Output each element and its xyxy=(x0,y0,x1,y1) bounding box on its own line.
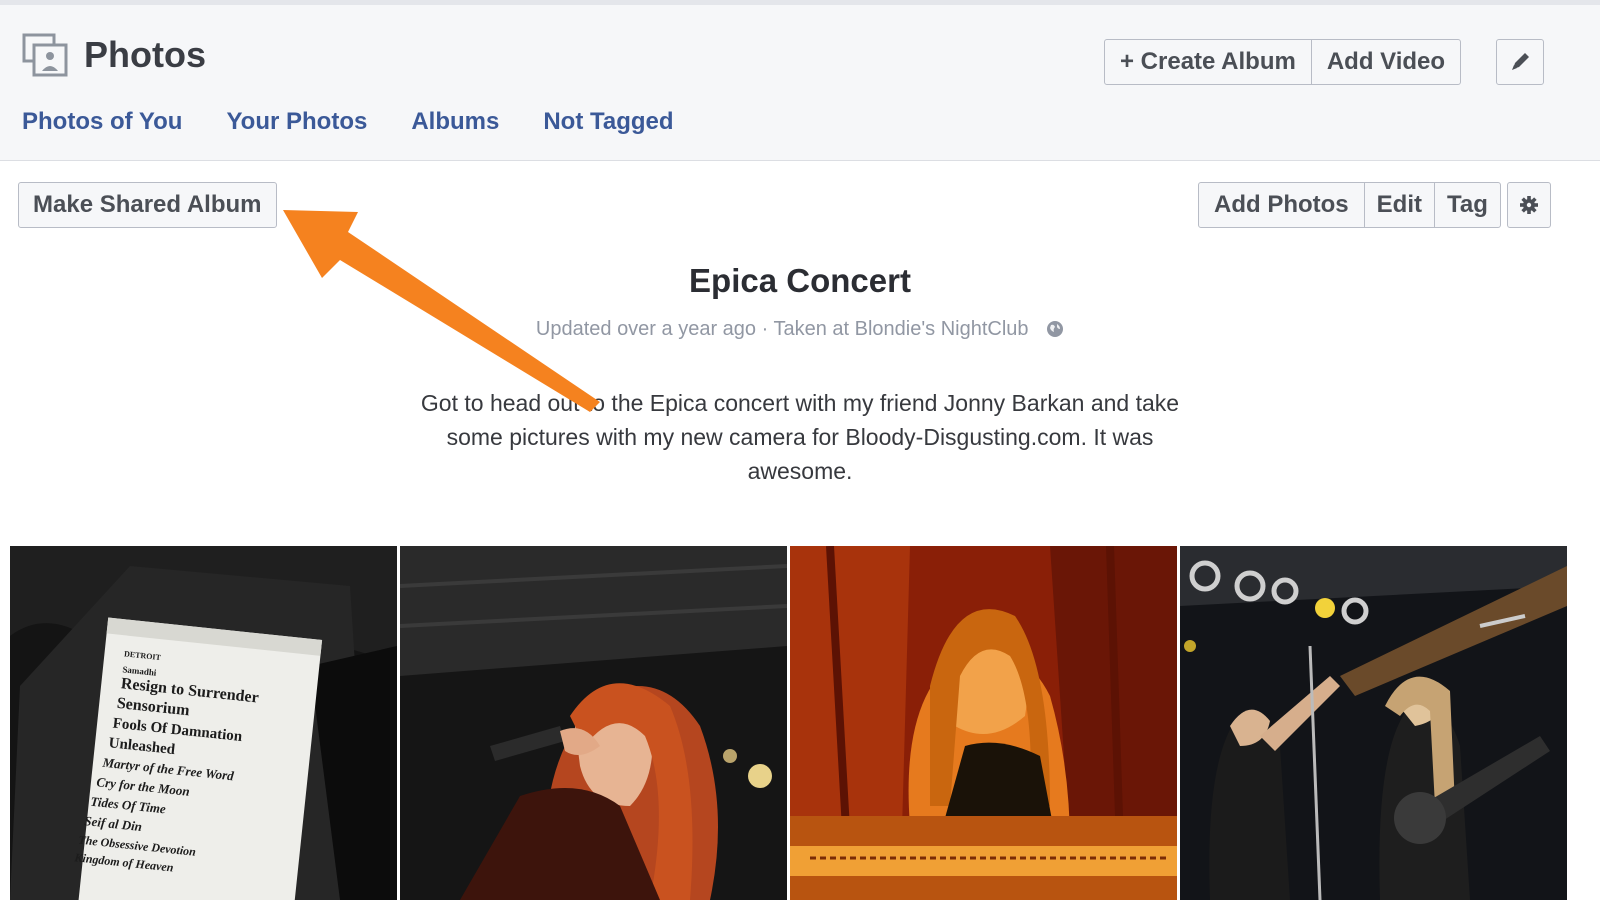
photo-guitarists[interactable] xyxy=(1180,546,1567,900)
add-photos-button[interactable]: Add Photos xyxy=(1199,183,1365,227)
make-shared-album-button[interactable]: Make Shared Album xyxy=(18,182,277,228)
gear-icon xyxy=(1520,196,1538,214)
edit-album-button[interactable]: Edit xyxy=(1365,183,1435,227)
globe-icon[interactable] xyxy=(1046,320,1064,338)
photo-keyboardist[interactable] xyxy=(790,546,1177,900)
pencil-icon xyxy=(1512,53,1529,70)
setlist-paper: DETROIT Samadhi Resign to Surrender Sens… xyxy=(74,644,330,900)
album-edit-group: Add Photos Edit Tag xyxy=(1198,182,1501,228)
album-description: Got to head out to the Epica concert wit… xyxy=(420,390,1180,484)
album-meta: Updated over a year ago · Taken at Blond… xyxy=(0,318,1600,341)
tab-not-tagged[interactable]: Not Tagged xyxy=(543,108,673,136)
photo-singer[interactable] xyxy=(400,546,787,900)
photos-icon xyxy=(22,33,68,77)
singer-photo-image xyxy=(400,546,787,900)
photos-nav: Photos of You Your Photos Albums Not Tag… xyxy=(22,108,674,136)
tab-photos-of-you[interactable]: Photos of You xyxy=(22,108,182,136)
tab-your-photos[interactable]: Your Photos xyxy=(226,108,367,136)
photos-header: Photos + Create Album Add Video Photos o… xyxy=(0,0,1600,161)
page-title: Photos xyxy=(84,34,206,75)
guitarists-photo-image xyxy=(1180,546,1567,900)
create-album-button[interactable]: + Create Album xyxy=(1105,40,1312,84)
edit-profile-button[interactable] xyxy=(1496,39,1544,85)
album-actions-group: + Create Album Add Video xyxy=(1104,39,1462,85)
add-video-button[interactable]: Add Video xyxy=(1312,40,1460,84)
album-settings-button[interactable] xyxy=(1507,182,1551,228)
photo-setlist[interactable]: DETROIT Samadhi Resign to Surrender Sens… xyxy=(10,546,397,900)
tag-button[interactable]: Tag xyxy=(1435,183,1500,227)
album-meta-text: Updated over a year ago · Taken at Blond… xyxy=(535,318,1029,340)
keyboardist-photo-image xyxy=(790,546,1177,900)
tab-albums[interactable]: Albums xyxy=(411,108,499,136)
album-title: Epica Concert xyxy=(689,262,911,299)
top-strip xyxy=(0,0,1600,5)
